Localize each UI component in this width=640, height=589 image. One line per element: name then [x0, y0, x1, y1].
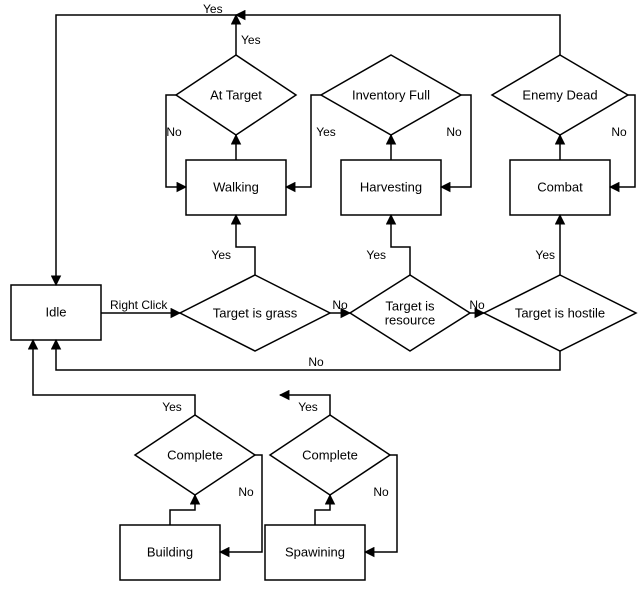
label-complete1: Complete — [167, 448, 223, 463]
edge-label-invfull-no: No — [446, 125, 462, 139]
edge-label-resource-no: No — [469, 298, 485, 312]
edge-label-complete1-no: No — [238, 485, 254, 499]
edge-enemydead-yes — [236, 15, 560, 55]
node-target-resource: Target is resource — [350, 275, 470, 351]
edge-label-grass-yes: Yes — [211, 248, 231, 262]
label-spawning: Spawining — [285, 545, 345, 560]
node-target-grass: Target is grass — [180, 275, 330, 351]
edge-building-to-complete — [170, 495, 195, 525]
node-at-target: At Target — [176, 55, 296, 135]
edge-enemydead-no — [610, 95, 635, 187]
edge-label-invfull-yes: Yes — [316, 125, 336, 139]
edge-label-right-click: Right Click — [110, 298, 168, 312]
node-building: Building — [120, 525, 220, 580]
flowchart-canvas: Idle Walking Harvesting Combat Building … — [0, 0, 640, 589]
label-harvesting: Harvesting — [360, 180, 422, 195]
label-idle: Idle — [46, 305, 67, 320]
label-inventory-full: Inventory Full — [352, 88, 430, 103]
node-spawning: Spawining — [265, 525, 365, 580]
label-building: Building — [147, 545, 193, 560]
label-target-grass: Target is grass — [213, 306, 298, 321]
edge-label-enemydead-no: No — [611, 125, 627, 139]
node-combat: Combat — [510, 160, 610, 215]
edge-complete2-no — [365, 455, 397, 552]
label-target-hostile: Target is hostile — [515, 306, 605, 321]
edge-spawning-to-complete — [315, 495, 330, 525]
label-enemy-dead: Enemy Dead — [522, 88, 597, 103]
label-target-resource-2: resource — [385, 313, 436, 328]
node-walking: Walking — [186, 160, 286, 215]
node-target-hostile: Target is hostile — [484, 275, 636, 351]
edge-label-enemydead-yes: Yes — [203, 2, 223, 16]
edge-label-hostile-no: No — [308, 355, 324, 369]
label-complete2: Complete — [302, 448, 358, 463]
label-combat: Combat — [537, 180, 583, 195]
edge-label-resource-yes: Yes — [366, 248, 386, 262]
edge-top-to-idle — [56, 15, 236, 285]
edge-resource-yes — [391, 215, 410, 275]
edge-label-attarget-no: No — [166, 125, 182, 139]
edge-label-complete2-yes: Yes — [298, 400, 318, 414]
node-enemy-dead: Enemy Dead — [492, 55, 628, 135]
node-idle: Idle — [11, 285, 101, 340]
edge-grass-yes — [236, 215, 255, 275]
edge-label-complete1-yes: Yes — [162, 400, 182, 414]
node-complete-building: Complete — [135, 415, 255, 495]
node-inventory-full: Inventory Full — [321, 55, 461, 135]
edge-label-grass-no: No — [332, 298, 348, 312]
edge-invfull-no — [441, 95, 471, 187]
edge-label-hostile-yes: Yes — [535, 248, 555, 262]
label-at-target: At Target — [210, 88, 262, 103]
node-complete-spawning: Complete — [270, 415, 390, 495]
edge-label-attarget-yes: Yes — [241, 33, 261, 47]
label-target-resource-1: Target is — [385, 299, 435, 314]
edge-invfull-yes — [286, 95, 321, 187]
edge-attarget-no — [166, 95, 186, 187]
node-harvesting: Harvesting — [341, 160, 441, 215]
edge-label-complete2-no: No — [373, 485, 389, 499]
label-walking: Walking — [213, 180, 259, 195]
